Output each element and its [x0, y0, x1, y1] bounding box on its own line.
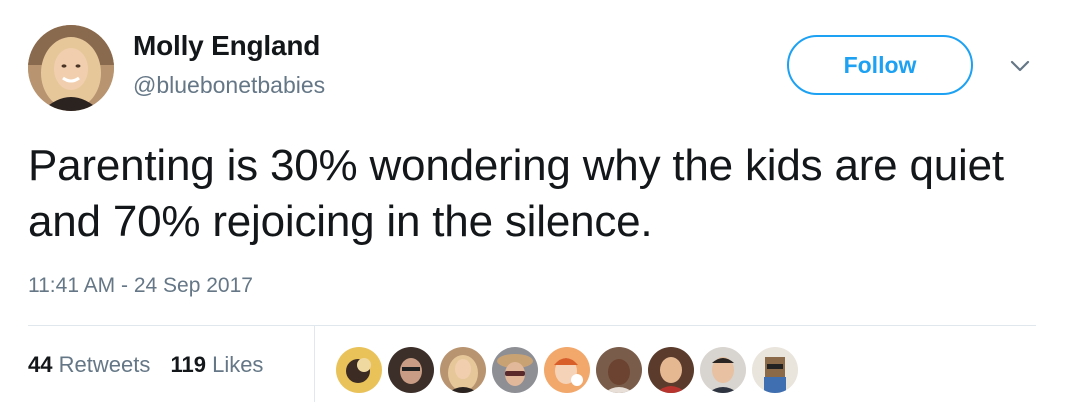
tweet-timestamp[interactable]: 11:41 AM - 24 Sep 2017: [28, 274, 253, 298]
tweet-text: Parenting is 30% wondering why the kids …: [28, 141, 1004, 246]
user-handle[interactable]: @bluebonetbabies: [133, 72, 325, 99]
liker-avatar[interactable]: [438, 345, 488, 395]
liker-avatar[interactable]: [542, 345, 592, 395]
retweets-stat[interactable]: 44 Retweets: [28, 352, 156, 377]
avatar[interactable]: [28, 25, 114, 111]
tweet-card: Molly England @bluebonetbabies Follow Pa…: [0, 0, 1078, 402]
liker-avatar[interactable]: [750, 345, 800, 395]
chevron-down-icon[interactable]: [1008, 56, 1032, 76]
display-name[interactable]: Molly England: [133, 30, 320, 62]
liker-avatar[interactable]: [646, 345, 696, 395]
liker-avatar[interactable]: [594, 345, 644, 395]
liker-avatar[interactable]: [386, 345, 436, 395]
divider: [28, 325, 1036, 326]
likes-label: Likes: [212, 352, 264, 377]
retweets-label: Retweets: [58, 352, 151, 377]
stats-divider: [314, 326, 315, 402]
liker-avatar[interactable]: [334, 345, 384, 395]
liker-avatar[interactable]: [698, 345, 748, 395]
liker-avatar[interactable]: [490, 345, 540, 395]
follow-button[interactable]: Follow: [787, 35, 973, 95]
likes-stat[interactable]: 119 Likes: [170, 352, 263, 377]
likes-count: 119: [170, 352, 206, 377]
retweets-count: 44: [28, 352, 53, 377]
tweet-stats: 44 Retweets 119 Likes: [28, 352, 277, 378]
